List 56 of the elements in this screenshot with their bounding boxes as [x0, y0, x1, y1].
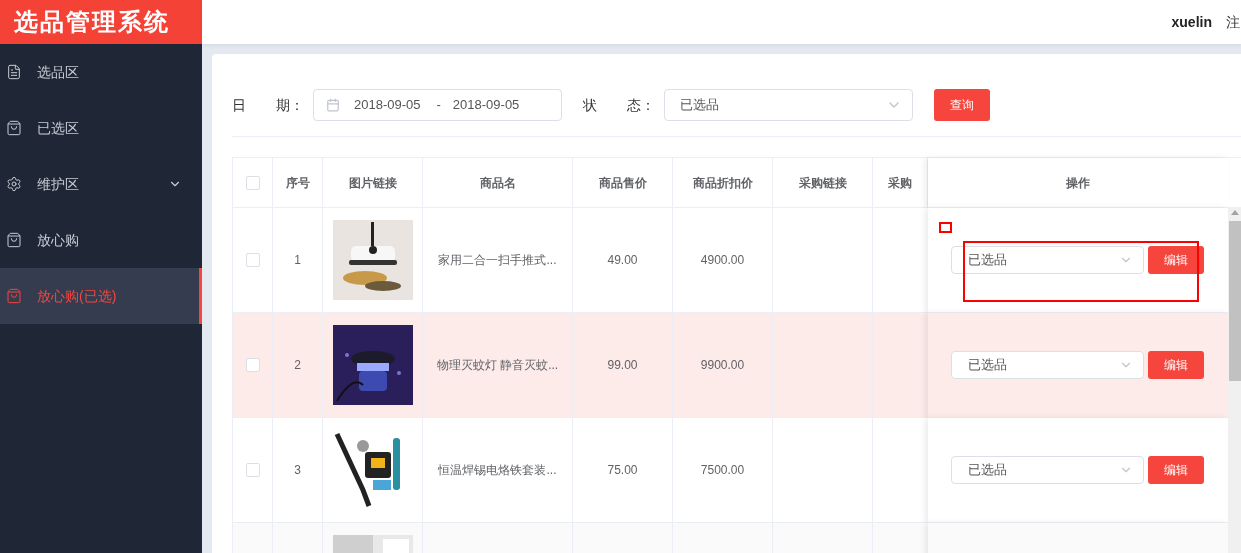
status-select[interactable]: 已选品	[664, 89, 913, 121]
table-row[interactable]: 2 物理灭蚊灯 静音灭蚊... 99.00 9900.00 已选品 编辑	[233, 313, 1228, 418]
table-cell-text: 3	[294, 462, 301, 479]
edit-button[interactable]: 编辑	[1148, 351, 1204, 379]
status-label: 状 态：	[583, 95, 656, 115]
column-header: 序号	[285, 174, 310, 192]
gear-icon	[6, 176, 22, 192]
status-select[interactable]: 已选品	[951, 246, 1144, 274]
table-row[interactable]: 1 家用二合一扫手推式... 49.00 4900.00 已选品 编辑	[233, 208, 1228, 313]
bag-icon	[6, 232, 22, 248]
date-range-field[interactable]: 2018-09-05 - 2018-09-05	[313, 89, 562, 121]
table-cell-text: 9900.00	[700, 357, 745, 374]
document-icon	[6, 64, 22, 80]
table-cell-text: 7500.00	[700, 462, 745, 479]
status-select[interactable]: 已选品	[951, 351, 1144, 379]
checkbox[interactable]	[245, 358, 260, 372]
highlight-box	[939, 222, 952, 233]
table-cell-text: 99.00	[607, 357, 638, 374]
sidebar-item[interactable]: 维护区	[0, 156, 202, 212]
sidebar-item[interactable]: 放心购	[0, 212, 202, 268]
column-header: 采购链接	[798, 174, 847, 192]
edit-button[interactable]: 编辑	[1148, 456, 1204, 484]
checkbox[interactable]	[245, 463, 260, 477]
status-select[interactable]: 已选品	[951, 456, 1144, 484]
bag-icon	[6, 288, 22, 304]
table-cell-text: 2	[294, 357, 301, 374]
table-cell-text: 恒温焊锡电烙铁套装...	[438, 462, 557, 479]
column-header: 操作	[1066, 174, 1090, 192]
column-header: 商品名	[479, 174, 516, 192]
range-separator: -	[436, 96, 441, 115]
bag-icon	[6, 120, 22, 136]
table-cell-text: 家用二合一扫手推式...	[438, 252, 557, 269]
calendar-icon	[326, 98, 340, 112]
table-cell-text: 75.00	[607, 462, 638, 479]
column-header: 采购	[888, 174, 912, 192]
column-header: 图片链接	[348, 174, 397, 192]
table-cell-text: 1	[294, 252, 301, 269]
table-row[interactable]: 3 恒温焊锡电烙铁套装... 75.00 7500.00 已选品 编辑	[233, 418, 1228, 523]
scrollbar[interactable]	[1228, 207, 1241, 553]
table-cell-text: 49.00	[607, 252, 638, 269]
table-cell-text: 4900.00	[700, 252, 745, 269]
checkbox[interactable]	[245, 175, 260, 190]
query-button[interactable]: 查询	[934, 89, 990, 121]
checkbox[interactable]	[245, 253, 260, 267]
edit-button[interactable]: 编辑	[1148, 246, 1204, 274]
sidebar-item[interactable]: 已选区	[0, 100, 202, 156]
sidebar-item[interactable]: 选品区	[0, 44, 202, 100]
column-header: 商品折扣价	[692, 174, 753, 192]
username: xuelin	[1171, 12, 1212, 32]
app-title: 选品管理系统	[0, 0, 202, 44]
end-date: 2018-09-05	[452, 96, 520, 115]
start-date: 2018-09-05	[354, 96, 421, 115]
logout-link[interactable]: 注	[1226, 11, 1241, 33]
date-label: 日 期：	[232, 95, 305, 115]
column-header: 商品售价	[598, 174, 647, 192]
table-cell-text: 物理灭蚊灯 静音灭蚊...	[436, 357, 559, 374]
